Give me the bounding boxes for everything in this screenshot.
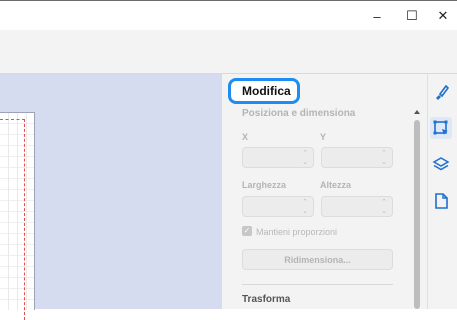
spin-up-icon[interactable]: ⌃ xyxy=(302,150,308,157)
height-field[interactable]: ⌃ ⌄ xyxy=(321,196,393,217)
section-transform-heading: Trasforma xyxy=(242,294,291,305)
width-label: Larghezza xyxy=(242,180,287,190)
canvas-area[interactable] xyxy=(0,74,222,320)
panel-title: Modifica xyxy=(242,84,291,98)
y-label: Y xyxy=(320,132,327,142)
height-label: Altezza xyxy=(320,180,352,190)
spin-down-icon[interactable]: ⌄ xyxy=(302,208,308,215)
maximize-button[interactable]: ☐ xyxy=(395,2,429,30)
close-icon: ✕ xyxy=(437,8,449,23)
spin-down-icon[interactable]: ⌄ xyxy=(302,159,308,166)
spin-up-icon[interactable]: ⌃ xyxy=(381,150,387,157)
spin-down-icon[interactable]: ⌄ xyxy=(381,208,387,215)
spin-up-icon[interactable]: ⌃ xyxy=(302,199,308,206)
spin-up-icon[interactable]: ⌃ xyxy=(381,199,387,206)
x-label: X xyxy=(242,132,249,142)
spin-down-icon[interactable]: ⌄ xyxy=(381,159,387,166)
edit-selection-icon[interactable] xyxy=(430,117,452,139)
scroll-thumb[interactable] xyxy=(414,120,420,309)
width-field[interactable]: ⌃ ⌄ xyxy=(242,196,314,217)
paint-brush-icon[interactable] xyxy=(430,81,452,103)
scroll-up-icon[interactable] xyxy=(414,110,420,114)
section-position-heading: Posiziona e dimensiona xyxy=(242,108,356,119)
close-button[interactable]: ✕ xyxy=(426,2,457,30)
minimize-icon: – xyxy=(373,8,381,24)
resize-button[interactable]: Ridimensiona... xyxy=(242,249,393,270)
section-divider xyxy=(242,284,393,285)
layers-icon[interactable] xyxy=(430,154,452,176)
y-field[interactable]: ⌃ ⌄ xyxy=(321,147,393,168)
page-icon[interactable] xyxy=(430,190,452,212)
maximize-icon: ☐ xyxy=(406,8,418,23)
minimize-button[interactable]: – xyxy=(360,2,394,30)
keep-proportions-checkbox[interactable]: ✓ xyxy=(242,226,252,236)
x-field[interactable]: ⌃ ⌄ xyxy=(242,147,314,168)
keep-proportions-label: Mantieni proporzioni xyxy=(256,227,338,237)
title-bar: – ☐ ✕ xyxy=(0,1,457,30)
margin-guide xyxy=(0,119,25,320)
toolbar xyxy=(0,30,457,73)
